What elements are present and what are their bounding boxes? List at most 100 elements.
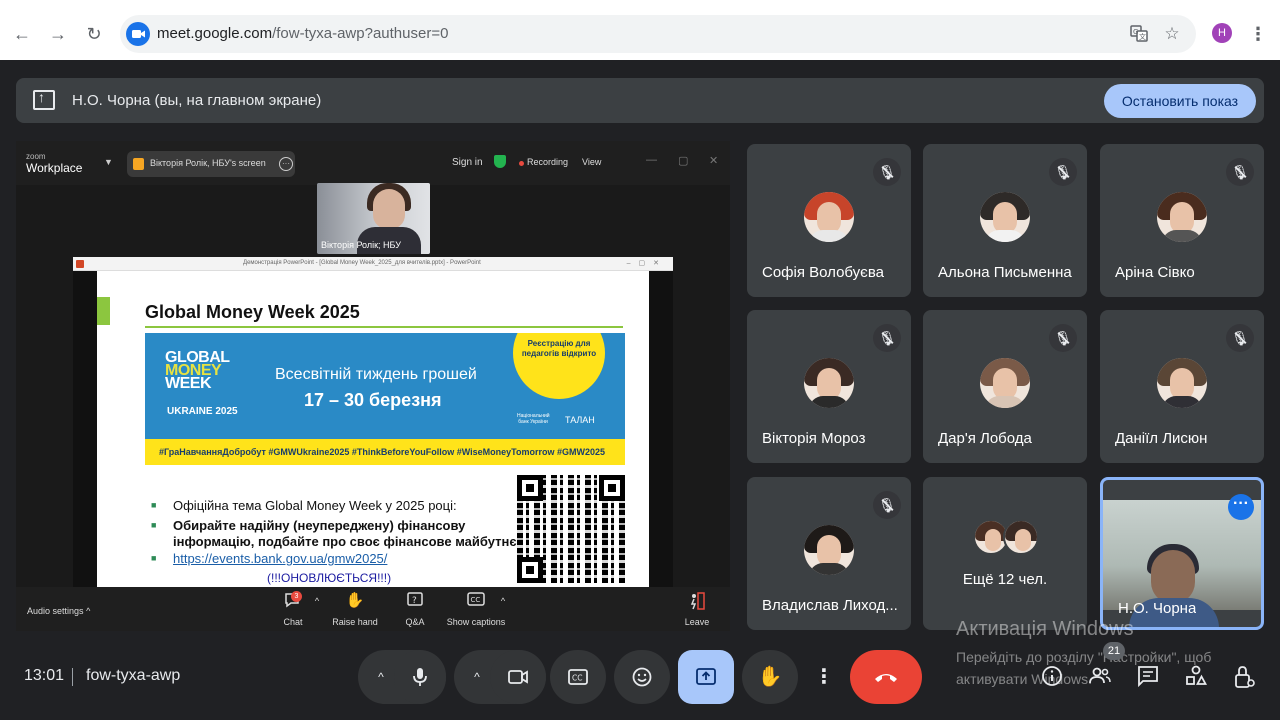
forward-icon[interactable]: →: [46, 22, 70, 46]
svg-text:CC: CC: [572, 674, 582, 683]
meet-site-icon[interactable]: [126, 22, 150, 46]
host-controls-icon[interactable]: [1230, 664, 1258, 692]
stop-presenting-button[interactable]: Остановить показ: [1104, 84, 1256, 118]
profile-avatar[interactable]: H: [1212, 23, 1232, 43]
mic-off-icon: 🎙: [873, 491, 901, 519]
mic-off-icon: 🎙: [1226, 324, 1254, 352]
leave-icon: [685, 591, 709, 611]
qr-code: [517, 475, 625, 583]
more-participants-tile[interactable]: Ещё 12 чел.: [923, 477, 1087, 630]
bullet-text: Обирайте надійну (неупереджену) фінансов…: [173, 518, 466, 533]
hashtag-bar: #ГраНавчанняДобробут #GMWUkraine2025 #Th…: [145, 439, 625, 465]
chevron-up-icon[interactable]: ^: [462, 650, 492, 704]
avatar: [804, 192, 854, 242]
more-participants-label: Ещё 12 чел.: [962, 571, 1048, 588]
zoom-share-pill-text: Вікторія Ролік, НБУ's screen: [150, 158, 266, 168]
mic-off-icon: 🎙: [1226, 158, 1254, 186]
banner-subtitle: Всесвітній тиждень грошей: [275, 366, 477, 383]
presenting-status-text: Н.О. Чорна (вы, на главном экране): [72, 92, 322, 109]
shield-icon: [494, 155, 506, 168]
zoom-qa: ? Q&A: [402, 591, 428, 627]
avatar-body: [985, 230, 1025, 242]
more-options-icon: ⋮: [814, 666, 834, 688]
hashtags: #ГраНавчанняДобробут #GMWUkraine2025 #Th…: [159, 447, 606, 457]
participant-name: Владислав Лиход...: [762, 597, 898, 614]
zoom-logo-small: zoom: [26, 152, 46, 161]
avatar: [1157, 358, 1207, 408]
chevron-up-glyph: ^: [500, 596, 506, 606]
info-icon[interactable]: [1038, 664, 1066, 692]
talan-logo: ТАЛАН: [565, 415, 595, 425]
participant-tile[interactable]: 🎙 Аріна Сівко: [1100, 144, 1264, 297]
chevron-up-icon: ^: [498, 591, 508, 611]
participant-count-badge: 21: [1103, 642, 1125, 660]
svg-text:G: G: [1133, 28, 1138, 36]
avatar: [980, 192, 1030, 242]
zoom-tool-label: Raise hand: [332, 617, 378, 627]
avatar-body: [1162, 396, 1202, 408]
qr-finder: [517, 475, 543, 501]
present-button[interactable]: [678, 650, 734, 704]
participant-tile[interactable]: 🎙 Альона Письменна: [923, 144, 1087, 297]
participant-tile[interactable]: 🎙 Даніїл Лисюн: [1100, 310, 1264, 463]
chat-icon[interactable]: [1134, 664, 1162, 692]
zoom-bottom-bar: Audio settings ^ 3 Chat ^ ✋ Raise hand ?…: [16, 587, 730, 631]
zoom-leave: Leave: [684, 591, 710, 627]
banner-dates: 17 – 30 березня: [304, 390, 442, 410]
gmw-country: UKRAINE 2025: [167, 406, 238, 417]
more-options-icon[interactable]: ···: [1228, 494, 1254, 520]
slide-divider: [145, 326, 623, 328]
back-icon[interactable]: ←: [10, 22, 34, 46]
reload-icon[interactable]: ↻: [82, 22, 106, 46]
camera-button[interactable]: [490, 650, 546, 704]
browser-toolbar: ← → ↻ meet.google.com/fow-tyxa-awp?authu…: [0, 0, 1280, 60]
slide: Global Money Week 2025 GLOBAL MONEY WEEK…: [97, 271, 649, 587]
avatar-face: [1015, 529, 1031, 551]
raise-hand-icon: ✋: [757, 666, 783, 688]
minimize-icon: —: [646, 154, 657, 166]
translate-icon[interactable]: G文: [1128, 23, 1150, 45]
avatar-body: [809, 396, 849, 408]
zoom-logo: Workplace: [26, 161, 83, 175]
kebab-menu-icon[interactable]: ⋮: [1249, 22, 1267, 46]
avatar-body: [809, 230, 849, 242]
chevron-down-icon: ▼: [104, 157, 113, 167]
participant-tile[interactable]: 🎙 Софія Волобуєва: [747, 144, 911, 297]
avatar-body: [985, 396, 1025, 408]
self-face: [1151, 550, 1195, 604]
captions-button[interactable]: CC: [550, 650, 606, 704]
presenter-thumbnail: Вікторія Ролік; НБУ: [317, 183, 430, 254]
svg-text:文: 文: [1139, 32, 1146, 41]
bullet-text: Офіційна тема Global Money Week у 2025 р…: [173, 498, 457, 513]
address-bar[interactable]: meet.google.com/fow-tyxa-awp?authuser=0 …: [120, 15, 1196, 53]
mic-button[interactable]: [394, 650, 446, 704]
mic-off-icon: 🎙: [873, 324, 901, 352]
self-video-tile[interactable]: ··· Н.О. Чорна: [1100, 477, 1264, 630]
raise-hand-icon: ✋: [345, 592, 365, 609]
participant-tile[interactable]: 🎙 Владислав Лиход...: [747, 477, 911, 630]
participant-name: Даніїл Лисюн: [1115, 430, 1208, 447]
star-icon[interactable]: ☆: [1161, 23, 1183, 45]
participant-tile[interactable]: 🎙 Дар'я Лобода: [923, 310, 1087, 463]
end-call-button[interactable]: [850, 650, 922, 704]
gmw-link: https://events.bank.gov.ua/gmw2025/: [173, 551, 388, 566]
zoom-audio-settings: Audio settings ^: [27, 606, 90, 616]
shared-screen: zoom Workplace ▼ Вікторія Ролік, НБУ's s…: [16, 141, 730, 631]
bullet-icon: ■: [151, 553, 157, 563]
avatar-body: [1162, 230, 1202, 242]
present-screen-icon: [33, 89, 55, 110]
avatar-face: [985, 529, 1001, 551]
mic-off-icon: 🎙: [1049, 158, 1077, 186]
url-text[interactable]: meet.google.com/fow-tyxa-awp?authuser=0: [157, 25, 448, 42]
raise-hand-button[interactable]: ✋: [742, 650, 798, 704]
chevron-up-icon[interactable]: ^: [366, 650, 396, 704]
people-icon[interactable]: [1086, 664, 1114, 692]
emoji-button[interactable]: [614, 650, 670, 704]
participant-name: Софія Волобуєва: [762, 264, 884, 281]
emoji-icon: [632, 667, 652, 687]
zoom-chat: 3 Chat: [278, 591, 308, 627]
svg-text:CC: CC: [471, 596, 481, 604]
more-options-button[interactable]: ⋮: [806, 650, 842, 704]
activities-icon[interactable]: [1182, 664, 1210, 692]
participant-tile[interactable]: 🎙 Вікторія Мороз: [747, 310, 911, 463]
